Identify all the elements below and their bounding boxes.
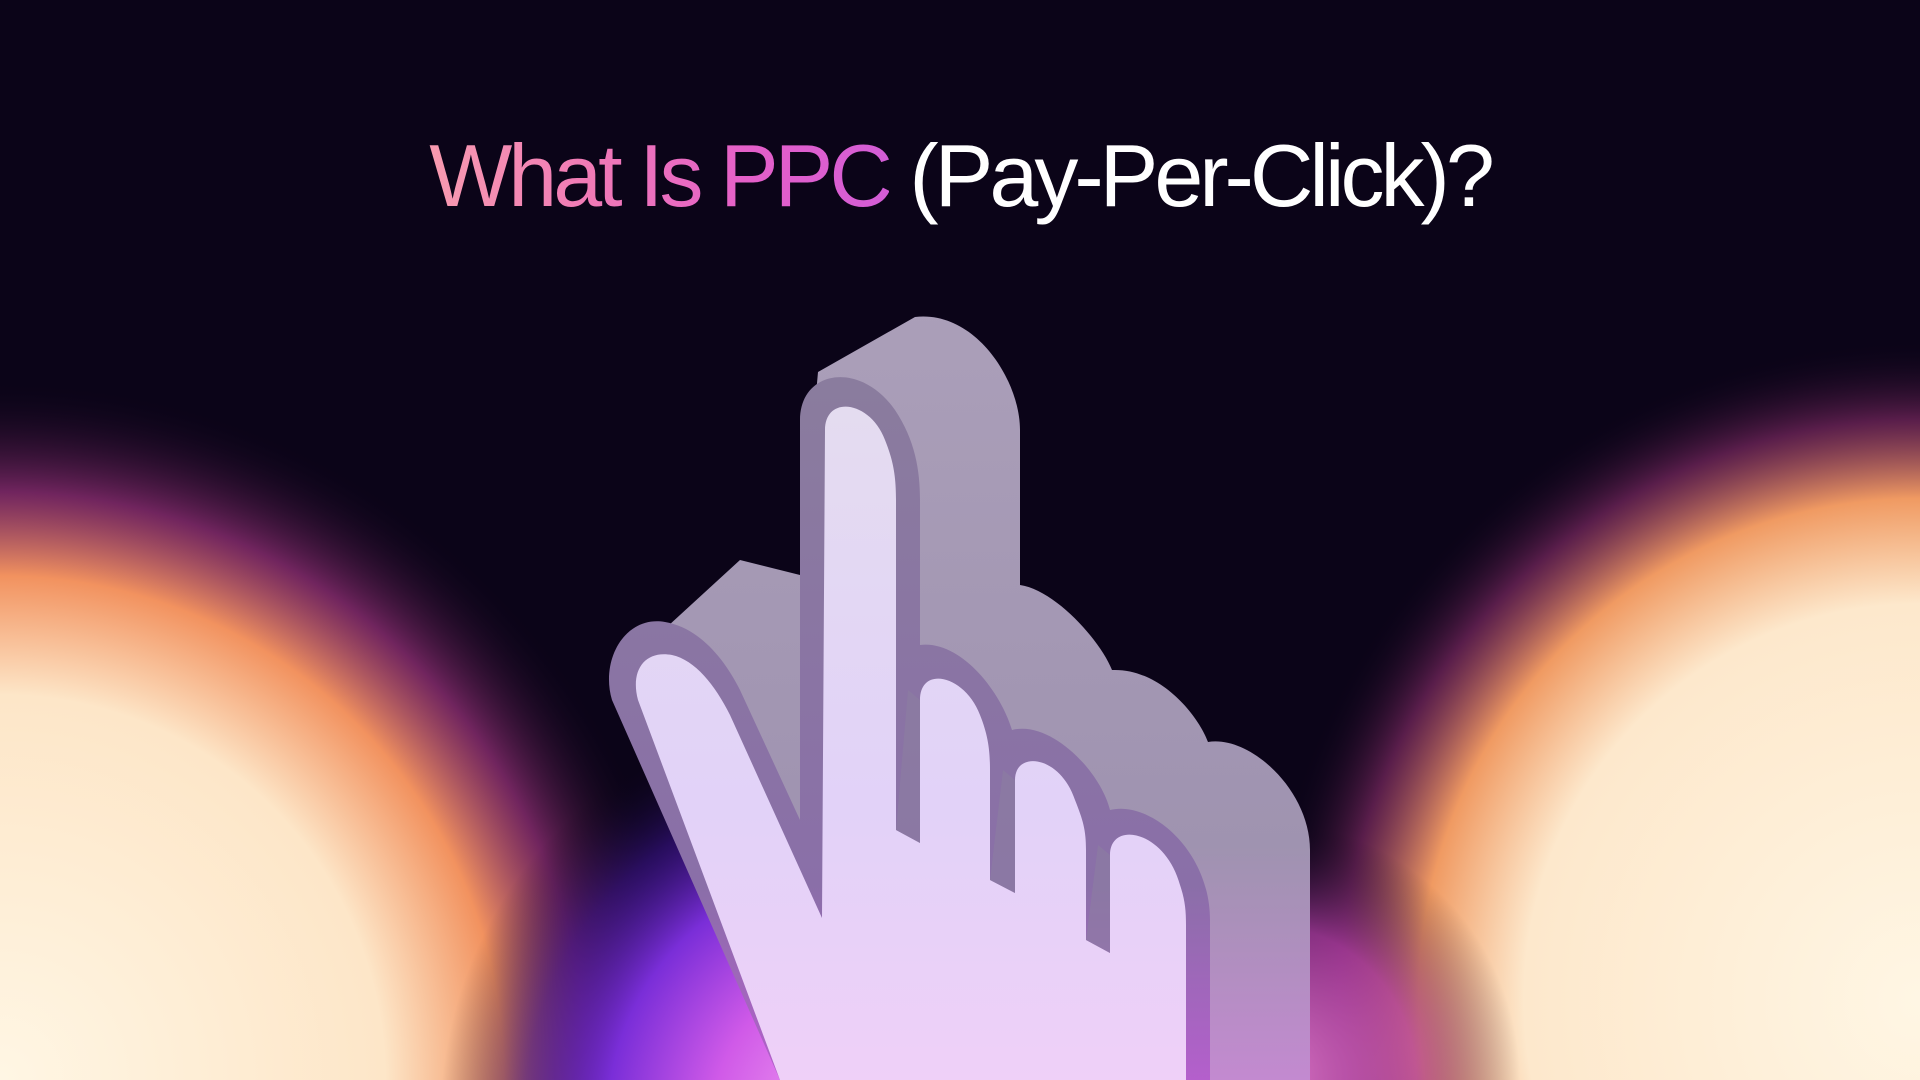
pointing-hand-cursor-icon xyxy=(608,316,1310,1080)
slide-canvas: What Is PPC (Pay-Per-Click)? xyxy=(0,0,1920,1080)
